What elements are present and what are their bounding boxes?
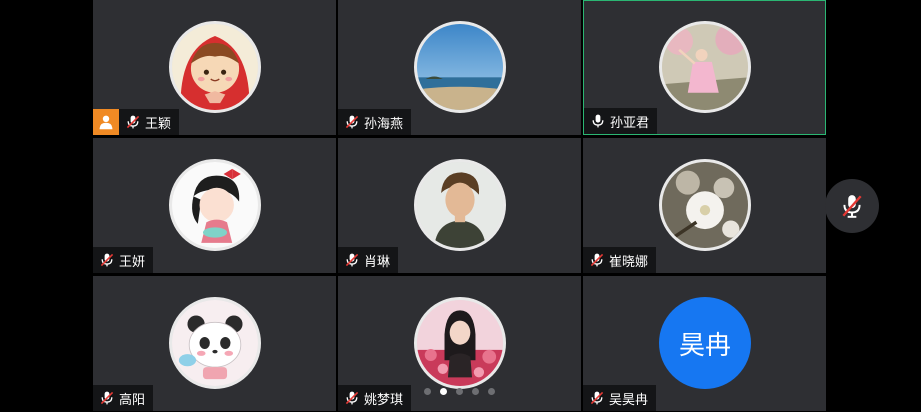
participant-tile[interactable]: 王颖 <box>93 0 336 135</box>
participant-name-label: 崔晓娜 <box>583 247 657 273</box>
beach-sky-photo <box>414 21 506 113</box>
participant-name: 崔晓娜 <box>609 254 649 270</box>
mic-muted-icon <box>100 253 114 267</box>
page-dot-current[interactable] <box>440 388 447 395</box>
participant-tile[interactable]: 王妍 <box>93 138 336 273</box>
mic-muted-icon <box>345 115 359 129</box>
participant-name-label: 王妍 <box>93 247 154 273</box>
participant-name-label: 肖琳 <box>338 247 399 273</box>
participant-name-label: 姚梦琪 <box>338 385 412 411</box>
page-dot[interactable] <box>424 388 431 395</box>
participant-name: 肖琳 <box>364 254 391 270</box>
participant-name-label: 孙海燕 <box>338 109 412 135</box>
participant-name-label: 高阳 <box>93 385 154 411</box>
participant-grid: 王颖 孙海燕 孙亚君 王妍 肖琳 崔晓娜 高阳 姚梦琪 昊冉 吴昊冉 <box>93 0 829 412</box>
cartoon-red-hood-girl-icon <box>169 21 261 113</box>
pink-dress-blossom-photo <box>659 21 751 113</box>
young-man-portrait-photo <box>414 159 506 251</box>
white-blossom-photo <box>659 159 751 251</box>
mic-muted-icon <box>590 253 604 267</box>
participant-tile[interactable]: 孙海燕 <box>338 0 581 135</box>
participant-name-label: 孙亚君 <box>584 108 658 134</box>
page-dot[interactable] <box>456 388 463 395</box>
page-indicator[interactable] <box>424 388 495 395</box>
participant-tile-active[interactable]: 孙亚君 <box>583 0 826 135</box>
mic-muted-icon <box>100 391 114 405</box>
mic-muted-icon <box>842 195 862 218</box>
participant-name: 王妍 <box>119 254 146 270</box>
mic-muted-icon <box>345 253 359 267</box>
mic-muted-icon <box>590 391 604 405</box>
participant-tile[interactable]: 昊冉 吴昊冉 <box>583 276 826 411</box>
cartoon-girl-bow-icon <box>169 159 261 251</box>
participant-name: 孙海燕 <box>364 116 404 132</box>
letter-avatar: 昊冉 <box>659 297 751 389</box>
mic-muted-icon <box>126 115 140 129</box>
participant-name: 孙亚君 <box>610 115 650 131</box>
participant-tile[interactable]: 高阳 <box>93 276 336 411</box>
mic-muted-icon <box>345 391 359 405</box>
participant-name: 吴昊冉 <box>609 392 649 408</box>
participant-tile[interactable]: 崔晓娜 <box>583 138 826 273</box>
page-dot[interactable] <box>472 388 479 395</box>
mute-toggle-button[interactable] <box>825 179 879 233</box>
mic-icon <box>592 114 604 128</box>
participant-tile[interactable]: 肖琳 <box>338 138 581 273</box>
host-icon <box>93 109 119 135</box>
participant-name: 姚梦琪 <box>364 392 404 408</box>
page-dot[interactable] <box>488 388 495 395</box>
cartoon-panda-bear-icon <box>169 297 261 389</box>
girl-with-flowers-photo <box>414 297 506 389</box>
participant-name-label: 王颖 <box>119 109 180 135</box>
participant-name: 高阳 <box>119 392 146 408</box>
participant-name-label: 吴昊冉 <box>583 385 657 411</box>
participant-name: 王颖 <box>145 116 172 132</box>
